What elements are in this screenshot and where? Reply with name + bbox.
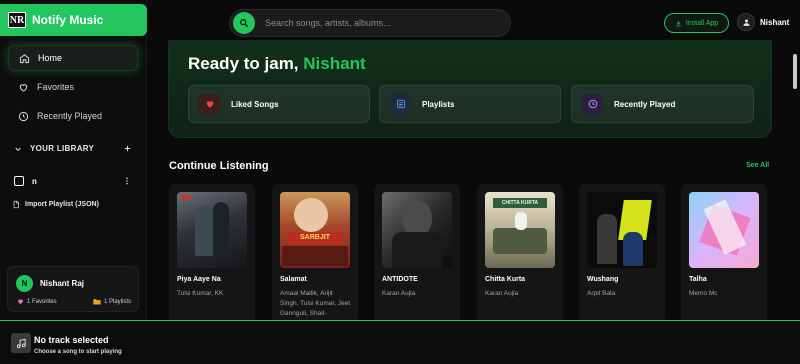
song-card[interactable]: CHITTA KURTA Chitta Kurta Karan Aujla <box>477 184 563 324</box>
quick-label: Recently Played <box>614 99 676 109</box>
quick-liked-songs[interactable]: Liked Songs <box>188 85 370 123</box>
sidebar-item-recently-played[interactable]: Recently Played <box>8 103 138 129</box>
sidebar: NR Notify Music Home Favorites Recently … <box>0 0 147 320</box>
quick-playlists[interactable]: Playlists <box>379 85 561 123</box>
user-icon <box>737 13 755 31</box>
song-title: ANTIDOTE <box>382 276 418 283</box>
album-cover <box>689 192 759 268</box>
import-playlist-button[interactable]: Import Playlist (JSON) <box>12 200 99 209</box>
greeting-name: Nishant <box>303 54 366 73</box>
section-title: Continue Listening <box>169 160 269 172</box>
avatar: N <box>16 275 33 292</box>
library-header: YOUR LIBRARY <box>14 144 132 153</box>
scrollbar-thumb[interactable] <box>793 54 797 89</box>
song-artist: Tulsi Kumar, KK <box>177 290 224 297</box>
file-icon <box>13 200 19 209</box>
app-name: Notify Music <box>32 13 104 27</box>
chevron-down-icon[interactable] <box>14 145 22 153</box>
album-cover <box>587 192 657 268</box>
song-card[interactable]: SARBJIT Salamat Amaal Mallik, Arijit Sin… <box>272 184 358 324</box>
playlist-icon <box>14 176 24 186</box>
heart-icon <box>18 299 23 305</box>
song-artist: Karan Aujla <box>485 290 519 297</box>
sidebar-item-favorites[interactable]: Favorites <box>8 74 138 100</box>
user-card[interactable]: N Nishant Raj 1 Favorites 1 Playlists <box>7 266 139 312</box>
song-artist: Arpit Bala <box>587 290 616 297</box>
profile-menu[interactable]: Nishant <box>737 13 789 31</box>
quick-label: Liked Songs <box>231 99 279 109</box>
install-label: Install App <box>685 19 719 27</box>
favorites-count: 1 Favorites <box>17 298 57 305</box>
sidebar-item-label: Favorites <box>37 82 75 92</box>
song-card[interactable]: Wushang Arpit Bala <box>579 184 665 324</box>
song-artist: Karan Aujla <box>382 290 416 297</box>
song-card[interactable]: Piya Aaye Na Tulsi Kumar, KK <box>169 184 255 324</box>
song-artist: Memo Mc <box>689 290 718 297</box>
scrollbar[interactable] <box>792 44 798 320</box>
playlist-name: n <box>32 176 37 186</box>
list-icon <box>390 93 411 115</box>
see-all-link[interactable]: See All <box>746 162 769 169</box>
song-title: Chitta Kurta <box>485 276 526 283</box>
song-title: Piya Aaye Na <box>177 276 221 283</box>
home-icon <box>19 53 30 63</box>
search-bar <box>229 9 511 37</box>
brand-bar[interactable]: NR Notify Music <box>0 4 147 36</box>
app-root: NR Notify Music Home Favorites Recently … <box>0 0 800 364</box>
sidebar-item-home[interactable]: Home <box>8 45 138 71</box>
song-title: Talha <box>689 276 707 283</box>
greeting: Ready to jam, Nishant <box>188 54 366 74</box>
more-icon[interactable] <box>124 177 130 185</box>
song-title: Wushang <box>587 276 619 283</box>
heart-icon <box>199 93 220 115</box>
sidebar-item-label: Recently Played <box>37 111 103 121</box>
album-cover: CHITTA KURTA <box>485 192 555 268</box>
logo-icon: NR <box>8 12 26 28</box>
download-icon <box>676 20 681 26</box>
sidebar-item-label: Home <box>38 53 63 63</box>
playlists-count-label: 1 Playlists <box>104 298 132 305</box>
album-cover: SARBJIT <box>280 192 350 268</box>
install-app-button[interactable]: Install App <box>664 13 729 33</box>
song-card[interactable]: Talha Memo Mc <box>681 184 767 324</box>
album-cover <box>177 192 247 268</box>
import-label: Import Playlist (JSON) <box>25 201 99 208</box>
quick-recently-played[interactable]: Recently Played <box>571 85 754 123</box>
profile-name: Nishant <box>760 17 790 27</box>
track-title: No track selected <box>34 335 109 345</box>
heart-icon <box>19 83 28 92</box>
search-input[interactable] <box>265 18 495 28</box>
song-artist: Amaal Mallik, Arijit Singh, Tulsi Kumar,… <box>280 290 351 317</box>
search-icon <box>240 19 249 28</box>
clock-icon <box>582 93 603 115</box>
folder-icon <box>93 299 101 305</box>
user-name: Nishant Raj <box>40 279 85 288</box>
hero-banner: Ready to jam, Nishant Liked Songs Playli… <box>168 40 772 138</box>
library-heading: YOUR LIBRARY <box>30 144 95 153</box>
favorites-count-label: 1 Favorites <box>27 298 57 305</box>
library-playlist-item[interactable]: n <box>10 171 134 191</box>
quick-label: Playlists <box>422 99 455 109</box>
song-title: Salamat <box>280 276 307 283</box>
track-subtitle: Choose a song to start playing <box>34 349 122 355</box>
playlists-count: 1 Playlists <box>93 298 131 305</box>
plus-icon[interactable] <box>123 144 132 153</box>
album-cover <box>382 192 452 268</box>
greeting-text: Ready to jam, <box>188 54 299 73</box>
search-button[interactable] <box>233 12 255 34</box>
player-bar: No track selected Choose a song to start… <box>0 320 800 364</box>
song-card[interactable]: ANTIDOTE Karan Aujla <box>374 184 460 324</box>
clock-icon <box>18 111 29 121</box>
music-note-icon <box>11 333 31 353</box>
